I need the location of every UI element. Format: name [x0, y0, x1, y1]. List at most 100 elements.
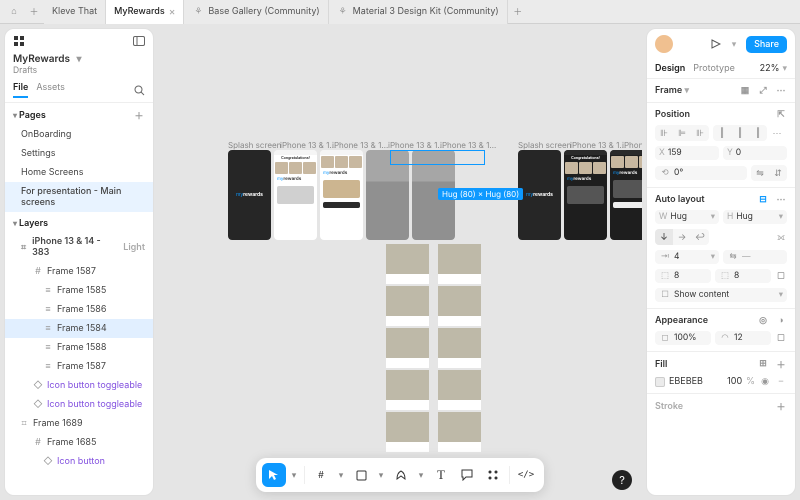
visibility-icon[interactable]: ◎: [757, 315, 769, 326]
frame-label[interactable]: iPhone: [622, 140, 642, 150]
shape-tool[interactable]: [349, 463, 373, 487]
align-panel-icon[interactable]: ⇱: [775, 109, 787, 120]
layer-root[interactable]: ⌗iPhone 13 & 14 - 383 Light: [5, 232, 153, 262]
page-item[interactable]: Home Screens: [5, 163, 153, 182]
mock-congrats-dark[interactable]: Congratulations!myrewards: [564, 150, 607, 240]
shape-tool-dropdown[interactable]: ▾: [375, 463, 387, 487]
fill-visibility-icon[interactable]: ◉: [759, 376, 771, 387]
dev-mode-toggle[interactable]: </>: [514, 463, 538, 487]
pen-tool[interactable]: [389, 463, 413, 487]
x-input[interactable]: X159: [655, 146, 719, 160]
menu-icon[interactable]: [13, 35, 25, 47]
tile-column-2[interactable]: [438, 244, 481, 452]
radius-individual-icon[interactable]: ▢: [775, 333, 787, 344]
present-dropdown-icon[interactable]: ▾: [728, 39, 740, 50]
height-mode[interactable]: HHug▾: [723, 210, 787, 224]
frame-label[interactable]: iPhone 13 & 1…: [440, 140, 496, 150]
gap-secondary[interactable]: ⇆—: [723, 250, 787, 264]
more-align-icon[interactable]: ⋯: [771, 128, 783, 139]
layer-item[interactable]: ≡Frame 1585: [5, 281, 153, 300]
add-page-icon[interactable]: ＋: [133, 109, 145, 122]
sidebar-toggle-icon[interactable]: [133, 36, 145, 46]
layout-grid-icon[interactable]: ▦: [739, 85, 751, 96]
layer-item[interactable]: ≡Frame 1586: [5, 300, 153, 319]
frame-tool-dropdown[interactable]: ▾: [335, 463, 347, 487]
zoom-control[interactable]: 22%▾: [760, 63, 787, 74]
y-input[interactable]: Y0: [723, 146, 787, 160]
avatar[interactable]: [655, 35, 673, 53]
more-icon[interactable]: ⋯: [775, 85, 787, 96]
mock-congrats[interactable]: Congratulations!myrewards: [274, 150, 317, 240]
opacity-input[interactable]: ◻100%: [655, 331, 711, 345]
layer-component[interactable]: ◇Icon button: [5, 452, 153, 471]
frame-label[interactable]: iPhone 13 & 1…: [388, 140, 444, 150]
fill-styles-icon[interactable]: ⊞: [757, 358, 769, 371]
add-stroke-icon[interactable]: ＋: [775, 400, 787, 413]
pen-tool-dropdown[interactable]: ▾: [415, 463, 427, 487]
autolayout-settings-icon[interactable]: ⊟: [757, 194, 769, 205]
home-icon[interactable]: ⌂: [4, 2, 24, 22]
tab-prototype[interactable]: Prototype: [693, 59, 735, 78]
layer-component[interactable]: ◇Icon button toggleable: [5, 395, 153, 414]
align-horizontal[interactable]: ⊪⊫⊪: [655, 125, 709, 141]
comment-tool[interactable]: [455, 463, 479, 487]
page-item[interactable]: Settings: [5, 144, 153, 163]
pages-header[interactable]: ▾Pages ＋: [5, 103, 153, 125]
text-tool[interactable]: T: [429, 463, 453, 487]
remove-fill-icon[interactable]: –: [775, 376, 787, 387]
frame-label[interactable]: iPhone 13 & 1…: [570, 140, 626, 150]
tile-column-1[interactable]: [386, 244, 429, 452]
layer-item-selected[interactable]: ≡Frame 1584: [5, 319, 153, 338]
blend-icon[interactable]: ◑: [775, 315, 787, 326]
page-item[interactable]: For presentation - Main screens: [5, 182, 153, 212]
tab-assets[interactable]: Assets: [36, 82, 65, 98]
new-tab-button[interactable]: ＋: [508, 2, 528, 22]
frame-label[interactable]: Splash screen: [518, 140, 571, 150]
align-vertical[interactable]: ‖‖‖: [713, 125, 767, 141]
autolayout-more-icon[interactable]: ⋯: [775, 194, 787, 205]
add-fill-icon[interactable]: ＋: [775, 358, 787, 371]
mock-splash-dark[interactable]: myrewards: [518, 150, 561, 240]
frame-tool[interactable]: #: [309, 463, 333, 487]
pad-individual-icon[interactable]: ▢: [775, 271, 787, 282]
fill-opacity[interactable]: 100: [727, 376, 742, 387]
search-icon[interactable]: [133, 85, 145, 96]
project-name[interactable]: MyRewards▾: [13, 53, 145, 65]
radius-input[interactable]: ◠12: [715, 331, 771, 345]
width-mode[interactable]: WHug▾: [655, 210, 719, 224]
move-tool-dropdown[interactable]: ▾: [288, 463, 300, 487]
layer-item[interactable]: #Frame 1685: [5, 433, 153, 452]
present-icon[interactable]: [710, 39, 722, 49]
frame-label[interactable]: iPhone 13 & 1…: [280, 140, 336, 150]
tab-file-1[interactable]: MyRewards×: [106, 0, 184, 24]
add-tab-icon[interactable]: ＋: [24, 2, 44, 22]
share-button[interactable]: Share: [746, 36, 787, 53]
layer-item[interactable]: ⌗Frame 1689: [5, 414, 153, 433]
tab-file-2[interactable]: ⚘Base Gallery (Community): [184, 0, 328, 24]
frame-label[interactable]: iPhone 13 & 1…: [332, 140, 388, 150]
rotation-input[interactable]: ⟲0°: [655, 166, 747, 180]
pad-h-input[interactable]: ⬚8: [655, 269, 711, 283]
direction-controls[interactable]: ↓→↩: [655, 229, 709, 245]
flip-controls[interactable]: ⇋⇵: [751, 165, 787, 181]
move-tool[interactable]: [262, 463, 286, 487]
fill-swatch[interactable]: [655, 377, 665, 387]
layer-item[interactable]: ≡Frame 1588: [5, 338, 153, 357]
help-button[interactable]: ?: [612, 470, 632, 490]
autolayout-adv-icon[interactable]: ⟗: [775, 232, 787, 243]
frame-label[interactable]: Splash screen: [228, 140, 281, 150]
pad-v-input[interactable]: ⬚8: [715, 269, 771, 283]
close-icon[interactable]: ×: [169, 6, 176, 18]
mock-splash-light[interactable]: myrewards: [228, 150, 271, 240]
clip-content-select[interactable]: ☐Show content▾: [655, 288, 787, 302]
layers-header[interactable]: ▾Layers: [5, 212, 153, 232]
page-item[interactable]: OnBoarding: [5, 125, 153, 144]
actions-tool[interactable]: [481, 463, 505, 487]
tab-file-3[interactable]: ⚘Material 3 Design Kit (Community): [329, 0, 508, 24]
tab-file-0[interactable]: Kleve That: [44, 0, 106, 24]
tab-file[interactable]: File: [13, 82, 28, 98]
gap-input[interactable]: ⇥4▾: [655, 250, 719, 264]
layer-item[interactable]: #Frame 1587: [5, 262, 153, 281]
layer-item[interactable]: ≡Frame 1587: [5, 357, 153, 376]
fit-icon[interactable]: ⤢: [757, 85, 769, 96]
